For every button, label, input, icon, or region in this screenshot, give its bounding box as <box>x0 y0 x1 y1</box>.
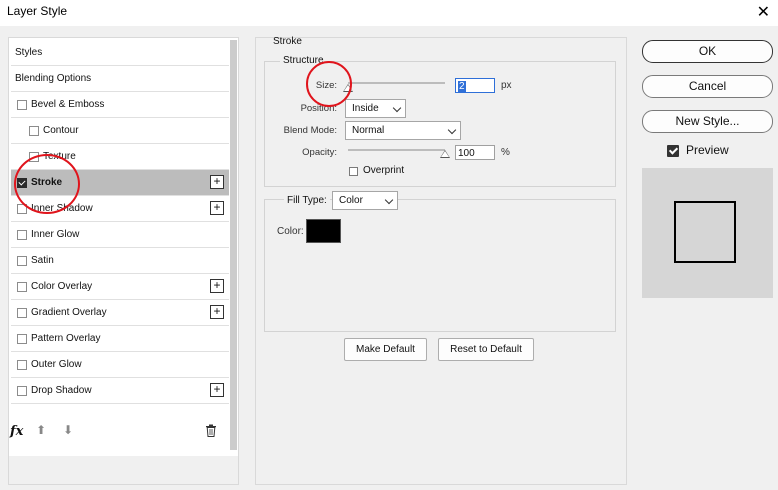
style-checkbox[interactable] <box>17 282 27 292</box>
size-slider-track[interactable] <box>348 82 445 84</box>
overprint-label: Overprint <box>363 165 405 176</box>
reset-to-default-button[interactable]: Reset to Default <box>438 338 534 361</box>
cancel-button[interactable]: Cancel <box>642 75 773 98</box>
opacity-slider-track[interactable] <box>348 149 445 151</box>
add-effect-button[interactable]: + <box>210 383 224 397</box>
color-label: Color: <box>277 226 304 237</box>
style-item-bevel-emboss[interactable]: Bevel & Emboss <box>11 92 229 118</box>
style-item-label: Satin <box>31 255 54 266</box>
style-item-label: Bevel & Emboss <box>31 99 105 110</box>
style-item-label: Blending Options <box>15 73 92 84</box>
opacity-input[interactable]: 100 <box>455 145 495 160</box>
annotation-circle-stroke <box>14 154 80 214</box>
position-select[interactable]: Inside <box>345 99 406 118</box>
trash-icon-glyph <box>206 424 216 437</box>
styles-toolbar <box>9 456 238 484</box>
style-item-blending-options[interactable]: Blending Options <box>11 66 229 92</box>
style-item-label: Gradient Overlay <box>31 307 107 318</box>
position-value: Inside <box>352 103 379 114</box>
preview-checkbox[interactable] <box>667 145 679 157</box>
blend-mode-value: Normal <box>352 125 385 136</box>
chevron-down-icon <box>392 103 402 113</box>
fill-type-value: Color <box>339 195 363 206</box>
trash-icon[interactable] <box>205 424 217 440</box>
style-checkbox[interactable] <box>17 386 27 396</box>
add-effect-button[interactable]: + <box>210 201 224 215</box>
style-item-label: Styles <box>15 47 43 58</box>
preview-thumbnail <box>674 201 736 263</box>
size-value: 2 <box>458 81 466 92</box>
opacity-unit: % <box>501 147 510 158</box>
styles-panel: Styles Blending Options Bevel & Emboss Cont… <box>8 37 239 485</box>
add-effect-button[interactable]: + <box>210 305 224 319</box>
style-item-outer-glow[interactable]: Outer Glow <box>11 352 229 378</box>
styles-scrollbar[interactable] <box>230 40 237 450</box>
add-effect-button[interactable]: + <box>210 279 224 293</box>
style-item-inner-glow[interactable]: Inner Glow <box>11 222 229 248</box>
color-swatch[interactable] <box>306 219 341 243</box>
style-checkbox[interactable] <box>17 100 27 110</box>
style-item-contour[interactable]: Contour <box>11 118 229 144</box>
size-unit: px <box>501 80 512 91</box>
style-item-label: Pattern Overlay <box>31 333 101 344</box>
fill-type-label: Fill Type: <box>284 195 330 206</box>
style-item-color-overlay[interactable]: Color Overlay + <box>11 274 229 300</box>
fill-type-select[interactable]: Color <box>332 191 398 210</box>
fx-icon[interactable]: fx <box>10 424 23 439</box>
add-effect-button[interactable]: + <box>210 175 224 189</box>
blend-mode-label: Blend Mode: <box>283 125 337 136</box>
style-item-label: Outer Glow <box>31 359 82 370</box>
preview-label: Preview <box>686 143 729 157</box>
close-icon[interactable]: ✕ <box>757 2 770 22</box>
style-item-styles[interactable]: Styles <box>11 40 229 66</box>
style-checkbox[interactable] <box>17 308 27 318</box>
style-item-pattern-overlay[interactable]: Pattern Overlay <box>11 326 229 352</box>
opacity-label: Opacity: <box>302 147 337 158</box>
style-checkbox[interactable] <box>17 256 27 266</box>
style-item-label: Contour <box>43 125 79 136</box>
style-checkbox[interactable] <box>17 334 27 344</box>
style-item-satin[interactable]: Satin <box>11 248 229 274</box>
style-item-gradient-overlay[interactable]: Gradient Overlay + <box>11 300 229 326</box>
styles-list: Styles Blending Options Bevel & Emboss Cont… <box>11 40 229 404</box>
style-item-label: Color Overlay <box>31 281 93 292</box>
style-item-label: Drop Shadow <box>31 385 92 396</box>
style-checkbox[interactable] <box>17 360 27 370</box>
style-item-label: Inner Glow <box>31 229 80 240</box>
move-up-icon[interactable]: ⬆ <box>36 423 46 437</box>
overprint-checkbox[interactable] <box>349 167 358 176</box>
chevron-down-icon <box>447 125 457 135</box>
opacity-slider-thumb[interactable] <box>440 150 450 158</box>
make-default-button[interactable]: Make Default <box>344 338 427 361</box>
blend-mode-select[interactable]: Normal <box>345 121 461 140</box>
title-bar <box>0 0 778 26</box>
size-input[interactable]: 2 <box>455 78 495 93</box>
style-item-drop-shadow[interactable]: Drop Shadow + <box>11 378 229 404</box>
new-style-button[interactable]: New Style... <box>642 110 773 133</box>
window-title: Layer Style <box>7 4 68 18</box>
ok-button[interactable]: OK <box>642 40 773 63</box>
style-checkbox[interactable] <box>17 230 27 240</box>
move-down-icon[interactable]: ⬇ <box>63 423 73 437</box>
chevron-down-icon <box>384 195 394 205</box>
annotation-circle-size <box>306 61 352 107</box>
style-checkbox[interactable] <box>29 126 39 136</box>
section-title-stroke: Stroke <box>273 36 302 47</box>
